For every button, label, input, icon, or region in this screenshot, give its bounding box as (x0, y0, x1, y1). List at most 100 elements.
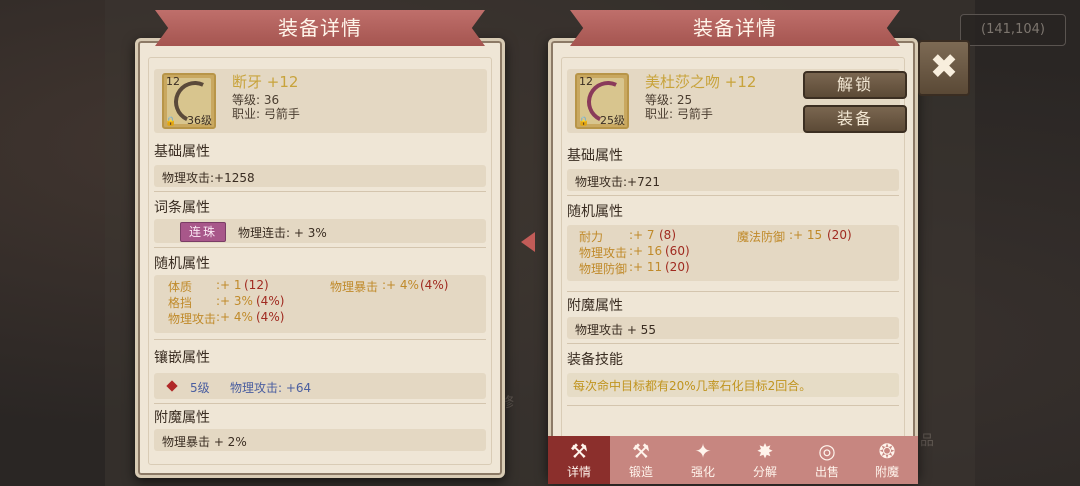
item-header: 12 🔒 25级 美杜莎之吻 +12 等级: 25 职业: 弓箭手 解锁 装备 (567, 69, 907, 133)
base-attr-row: 物理攻击:+721 (567, 169, 899, 191)
tab-label: 附魔 (874, 465, 899, 479)
enchant-attr-row: 物理暴击 + 2% (154, 429, 486, 451)
item-class: 职业: 弓箭手 (232, 107, 300, 121)
random-attr-box: 体质 :+ 1 (12) 格挡 :+ 3% (4%) 物理攻击 :+ 4% (4… (154, 275, 486, 333)
affix-tag: 连珠 (180, 222, 226, 242)
random-attr-max: (60) (665, 244, 690, 258)
item-icon[interactable]: 12 🔒 25级 (575, 73, 635, 129)
equip-button[interactable]: 装备 (803, 105, 907, 133)
random-attr-label: 物理防御 (579, 262, 628, 276)
item-req-level: 25级 (600, 114, 625, 127)
tab-sell[interactable]: ◎ 出售 (796, 436, 858, 484)
random-attr-max: (20) (827, 228, 852, 242)
random-attr-label: 物理攻击 (579, 246, 628, 260)
random-attr-value: :+ 4% (382, 278, 419, 292)
item-level-badge: 12 (579, 75, 593, 88)
lock-icon: 🔒 (165, 117, 177, 127)
enchant-text: 物理暴击 + 2% (162, 435, 247, 449)
item-icon[interactable]: 12 🔒 36级 (162, 73, 222, 129)
tab-label: 强化 (690, 465, 715, 479)
background-text: 品 (920, 433, 934, 449)
random-attr-value: :+ 15 (789, 228, 823, 242)
random-attr-label: 物理攻击 (168, 312, 217, 326)
equipment-detail-panel-right: 12 🔒 25级 美杜莎之吻 +12 等级: 25 职业: 弓箭手 解锁 装备 … (548, 38, 918, 478)
random-attr-value: :+ 16 (629, 244, 663, 258)
affix-attr-title: 词条属性 (154, 200, 210, 216)
enchant-attr-title: 附魔属性 (154, 410, 210, 426)
decompose-icon: ✸ (756, 439, 774, 463)
panel-title-left: 装备详情 (155, 10, 485, 46)
tab-label: 锻造 (628, 465, 653, 479)
tab-forge[interactable]: ⚒ 锻造 (610, 436, 672, 484)
item-header: 12 🔒 36级 断牙 +12 等级: 36 职业: 弓箭手 (154, 69, 487, 133)
divider (567, 405, 899, 406)
item-name: 美杜莎之吻 +12 (645, 73, 757, 91)
tab-label: 详情 (566, 465, 591, 479)
enchant-text: 物理攻击 + 55 (575, 323, 656, 337)
random-attr-value: :+ 3% (216, 294, 253, 308)
item-name: 断牙 +12 (232, 73, 299, 91)
inlay-text: 物理攻击: +64 (230, 381, 312, 395)
enchant-attr-row: 物理攻击 + 55 (567, 317, 899, 339)
sell-icon: ◎ (818, 439, 836, 463)
tab-enhance[interactable]: ✦ 强化 (672, 436, 734, 484)
tab-enchant[interactable]: ❂ 附魔 (856, 436, 918, 484)
enchant-icon: ❂ (878, 439, 896, 463)
random-attr-label: 魔法防御 (737, 230, 786, 244)
affix-text: 物理连击: + 3% (238, 226, 327, 240)
enchant-attr-title: 附魔属性 (567, 298, 623, 314)
divider (154, 247, 486, 248)
divider (154, 191, 486, 192)
enhance-icon: ✦ (694, 439, 712, 463)
base-attr-title: 基础属性 (154, 144, 210, 160)
item-level-badge: 12 (166, 75, 180, 88)
base-attr-row: 物理攻击:+1258 (154, 165, 486, 187)
item-class: 职业: 弓箭手 (645, 107, 713, 121)
affix-attr-row: 连珠 物理连击: + 3% (154, 219, 486, 243)
random-attr-max: (4%) (420, 278, 449, 292)
close-button[interactable]: ✖ (918, 40, 970, 96)
base-attr-text: 物理攻击:+721 (575, 175, 661, 189)
random-attr-max: (4%) (256, 310, 285, 324)
tab-decompose[interactable]: ✸ 分解 (734, 436, 796, 484)
detail-icon: ⚒ (570, 439, 588, 463)
skill-text: 每次命中目标都有20%几率石化目标2回合。 (573, 379, 812, 393)
random-attr-title: 随机属性 (154, 256, 210, 272)
random-attr-value: :+ 11 (629, 260, 663, 274)
compare-arrow-icon (521, 232, 535, 252)
base-attr-text: 物理攻击:+1258 (162, 171, 255, 185)
forge-icon: ⚒ (632, 439, 650, 463)
equipment-detail-panel-left: 12 🔒 36级 断牙 +12 等级: 36 职业: 弓箭手 基础属性 物理攻击… (135, 38, 505, 478)
divider (567, 343, 899, 344)
skill-box: 每次命中目标都有20%几率石化目标2回合。 (567, 373, 899, 397)
random-attr-value: :+ 1 (216, 278, 242, 292)
random-attr-max: (8) (659, 228, 676, 242)
random-attr-max: (12) (244, 278, 269, 292)
random-attr-label: 格挡 (168, 296, 193, 310)
random-attr-value: :+ 4% (216, 310, 253, 324)
unlock-button[interactable]: 解锁 (803, 71, 907, 99)
divider (567, 291, 899, 292)
action-tab-bar: ⚒ 详情 ⚒ 锻造 ✦ 强化 ✸ 分解 ◎ 出售 ❂ 附魔 (548, 436, 918, 484)
random-attr-label: 物理暴击 (330, 280, 379, 294)
divider (154, 403, 486, 404)
random-attr-box: 耐力 :+ 7 (8) 物理攻击 :+ 16 (60) 物理防御 :+ 11 (… (567, 225, 899, 281)
divider (567, 195, 899, 196)
base-attr-title: 基础属性 (567, 148, 623, 164)
gem-icon (166, 380, 178, 392)
lock-icon: 🔒 (578, 117, 590, 127)
inlay-attr-title: 镶嵌属性 (154, 350, 210, 366)
random-attr-max: (20) (665, 260, 690, 274)
random-attr-value: :+ 7 (629, 228, 655, 242)
tab-detail[interactable]: ⚒ 详情 (548, 436, 610, 484)
random-attr-label: 体质 (168, 280, 193, 294)
panel-title-right: 装备详情 (570, 10, 900, 46)
divider (154, 339, 486, 340)
skill-title: 装备技能 (567, 352, 623, 368)
currency-display: (141,104) (960, 14, 1066, 46)
random-attr-max: (4%) (256, 294, 285, 308)
random-attr-label: 耐力 (579, 230, 604, 244)
tab-label: 出售 (814, 465, 839, 479)
tab-label: 分解 (752, 465, 777, 479)
random-attr-title: 随机属性 (567, 204, 623, 220)
